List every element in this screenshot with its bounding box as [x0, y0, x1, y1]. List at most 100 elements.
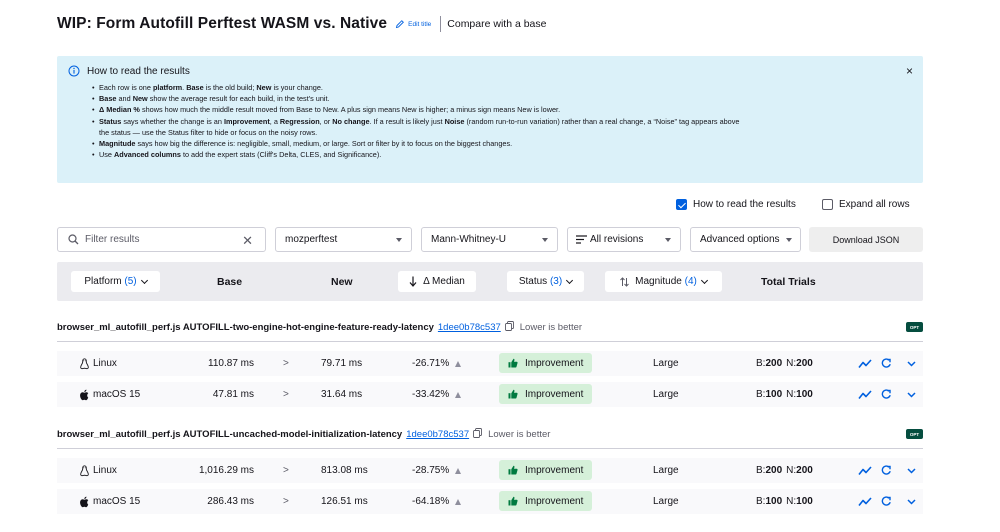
status-label: Improvement — [525, 495, 584, 507]
info-text: Use — [99, 150, 115, 160]
group-title: browser_ml_autofill_perf.js AUTOFILL-two… — [57, 321, 582, 334]
edit-title-button[interactable]: Edit title — [395, 19, 431, 29]
graph-icon[interactable] — [858, 458, 872, 483]
pencil-icon — [396, 20, 405, 29]
info-bold-term: New — [256, 83, 272, 92]
result-row[interactable]: Linux 1,016.29 ms >813.08 ms -28.75% Improve… — [57, 458, 923, 483]
base-value: 1,016.29 ms — [198, 465, 254, 476]
retrigger-icon[interactable] — [881, 458, 892, 483]
status-column-filter[interactable]: Status (3) — [507, 271, 584, 292]
lower-is-better-label: Lower is better — [488, 429, 551, 440]
info-list-item: Use Advanced columns to add the expert s… — [92, 149, 899, 160]
magnitude-value: Large — [653, 496, 679, 507]
checkbox-unchecked[interactable] — [822, 199, 833, 210]
delta-percent: -26.71% — [412, 358, 450, 369]
lower-is-better-label: Lower is better — [519, 322, 583, 333]
revisions-select[interactable]: All revisions — [567, 227, 681, 252]
group-divider — [57, 341, 923, 342]
graph-icon[interactable] — [858, 382, 872, 407]
expand-row-icon[interactable] — [907, 351, 916, 376]
info-list-item: Δ Median % shows how much the middle res… — [92, 104, 899, 115]
compare-with-base-link[interactable]: Compare with a base — [447, 18, 546, 30]
search-input[interactable] — [85, 234, 225, 245]
close-icon[interactable]: × — [906, 64, 913, 78]
new-trials-count: 100 — [796, 389, 813, 400]
info-bold-term: New — [132, 94, 148, 104]
retrigger-icon[interactable] — [881, 382, 892, 407]
advanced-options-label: Advanced options — [700, 234, 780, 245]
graph-icon[interactable] — [858, 351, 872, 376]
apple-icon — [79, 496, 90, 508]
status-label: Improvement — [525, 388, 584, 400]
platform-column-filter[interactable]: Platform (5) — [71, 271, 160, 292]
info-bold-term: Improvement — [223, 116, 270, 126]
total-trials-value: B: 100 N: 100 — [756, 382, 813, 407]
revision-link[interactable]: 1dee0b78c537 — [438, 322, 501, 333]
base-value: 47.81 ms — [212, 389, 254, 400]
info-text: is the old build; — [203, 83, 257, 92]
platform-name: Linux — [93, 465, 117, 476]
expand-row-icon[interactable] — [907, 489, 916, 514]
result-row[interactable]: macOS 15 286.43 ms >126.51 ms -64.18% Improv… — [57, 489, 923, 514]
info-text: . If a result is likely just — [369, 116, 445, 126]
framework-select[interactable]: mozperftest — [275, 227, 412, 252]
base-column-header: Base — [217, 275, 243, 288]
test-select[interactable]: Mann-Whitney-U — [421, 227, 558, 252]
info-icon — [68, 65, 80, 77]
delta-percent: -33.42% — [412, 389, 450, 400]
info-bold-term: No change — [332, 116, 370, 126]
table-header: Platform (5) Base New Δ Median Status (3… — [57, 262, 923, 301]
info-text: , a — [269, 116, 280, 126]
triangle-up-icon — [455, 391, 462, 398]
search-box[interactable]: ✕ — [57, 227, 266, 252]
revision-link[interactable]: 1dee0b78c537 — [406, 429, 469, 440]
comparison-sign: > — [283, 496, 289, 507]
info-bold-term: Magnitude — [99, 139, 136, 149]
copy-icon[interactable] — [473, 428, 483, 441]
clear-search-icon[interactable]: ✕ — [242, 233, 253, 249]
retrigger-icon[interactable] — [881, 351, 892, 376]
advanced-options-button[interactable]: Advanced options — [690, 227, 801, 252]
thumbs-up-icon — [508, 358, 518, 368]
thumbs-up-icon — [508, 465, 518, 475]
info-bold-term: Advanced columns — [114, 150, 181, 160]
info-list-item: the status — use the Status filter to hi… — [99, 127, 899, 138]
info-list-item: Each row is one platform. Base is the ol… — [92, 82, 899, 93]
info-text: is your change. — [271, 83, 323, 92]
platform-cell: Linux — [79, 351, 117, 376]
info-text: and — [116, 94, 133, 104]
expand-row-icon[interactable] — [907, 382, 916, 407]
edit-title-label: Edit title — [408, 20, 432, 28]
linux-icon — [79, 464, 90, 477]
base-trials-count: 200 — [765, 358, 783, 369]
new-trials-label: N: — [786, 465, 797, 476]
magnitude-column-filter[interactable]: Magnitude (4) — [605, 271, 722, 292]
how-to-read-toggle[interactable]: How to read the results — [676, 199, 796, 210]
platform-name: macOS 15 — [93, 496, 141, 507]
new-trials-label: N: — [786, 389, 797, 400]
info-text: , or — [319, 116, 333, 126]
caret-down-icon — [396, 238, 402, 242]
base-value: 286.43 ms — [207, 496, 254, 507]
base-trials-label: B: — [756, 496, 766, 507]
total-trials-value: B: 100 N: 100 — [756, 489, 813, 514]
result-row[interactable]: macOS 15 47.81 ms >31.64 ms -33.42% Improvem… — [57, 382, 923, 407]
delta-median-sort-button[interactable]: Δ Median — [398, 271, 476, 292]
expand-all-toggle-label: Expand all rows — [839, 199, 910, 210]
expand-row-icon[interactable] — [907, 458, 916, 483]
title-divider — [440, 16, 442, 32]
expand-all-toggle[interactable]: Expand all rows — [822, 199, 910, 210]
comparison-sign: > — [283, 465, 289, 476]
delta-median-value: -28.75% — [412, 458, 462, 483]
caret-down-icon — [542, 238, 548, 242]
retrigger-icon[interactable] — [881, 489, 892, 514]
checkbox-checked[interactable] — [676, 199, 687, 210]
download-json-button[interactable]: Download JSON — [809, 227, 923, 252]
magnitude-value: Large — [653, 465, 679, 476]
search-icon — [68, 234, 79, 245]
graph-icon[interactable] — [858, 489, 872, 514]
base-trials-label: B: — [756, 389, 766, 400]
result-row[interactable]: Linux 110.87 ms >79.71 ms -26.71% Improvemen… — [57, 351, 923, 376]
info-list-item: Base and New show the average result for… — [92, 93, 899, 104]
copy-icon[interactable] — [504, 321, 514, 334]
